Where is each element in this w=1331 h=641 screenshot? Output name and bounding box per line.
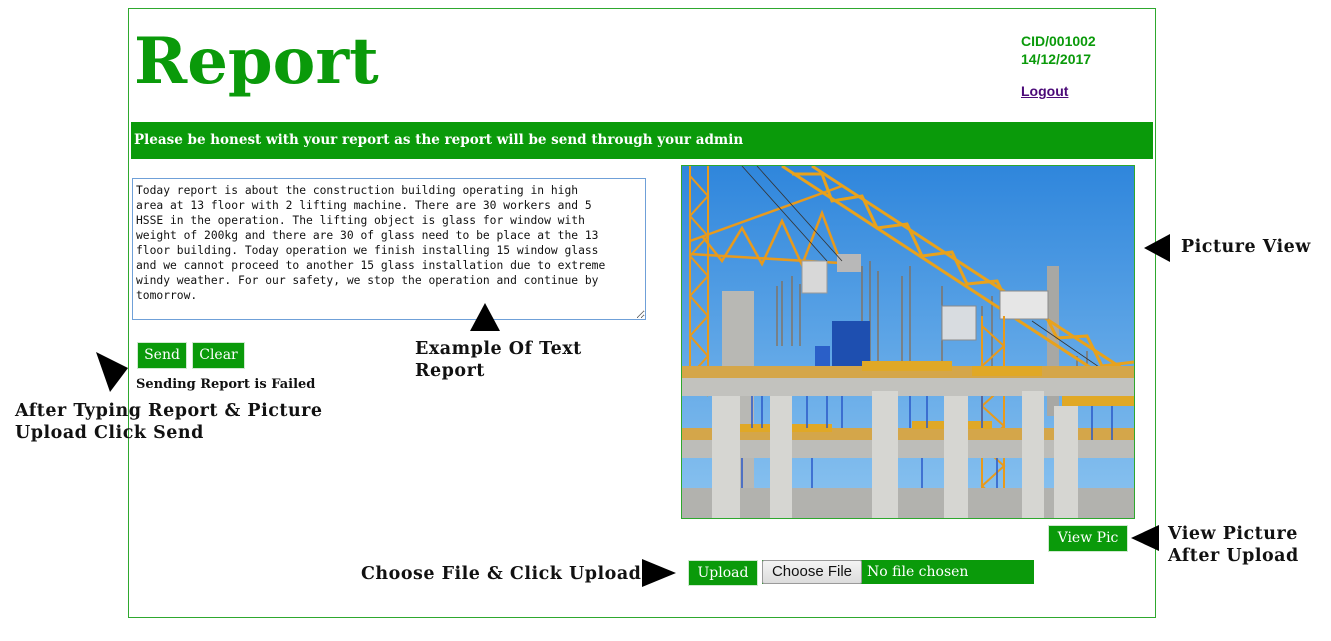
picture-view xyxy=(681,165,1135,519)
pointer-arrow-upload-icon xyxy=(642,559,676,587)
report-textarea[interactable]: Today report is about the construction b… xyxy=(132,178,646,320)
annotation-after-typing-line1: After Typing Report & Picture xyxy=(15,401,323,421)
annotation-after-typing: After Typing Report & Picture Upload Cli… xyxy=(15,400,323,444)
logout-link[interactable]: Logout xyxy=(1021,83,1068,99)
send-button[interactable]: Send xyxy=(137,342,187,369)
annotation-choose-file-upload: Choose File & Click Upload xyxy=(361,564,642,584)
status-message: Sending Report is Failed xyxy=(136,377,316,392)
annotation-view-picture-line2: After Upload xyxy=(1168,546,1299,566)
notice-banner: Please be honest with your report as the… xyxy=(131,122,1153,159)
pointer-arrow-viewpic-icon xyxy=(1131,525,1159,551)
annotation-example-line1: Example Of Text xyxy=(415,339,582,359)
annotation-view-picture-line1: View Picture xyxy=(1168,524,1298,544)
pointer-arrow-textarea-icon xyxy=(470,303,500,331)
clear-button[interactable]: Clear xyxy=(192,342,245,369)
choose-file-button[interactable]: Choose File xyxy=(762,560,862,584)
annotation-example-line2: Report xyxy=(415,361,485,381)
annotation-example-text: Example Of Text Report xyxy=(415,338,582,382)
pointer-arrow-send-icon xyxy=(96,352,128,392)
no-file-label: No file chosen xyxy=(867,564,969,580)
annotation-view-picture: View Picture After Upload xyxy=(1168,523,1299,567)
upload-button[interactable]: Upload xyxy=(688,560,758,586)
report-meta: CID/001002 14/12/2017 xyxy=(1021,32,1096,68)
date-label: 14/12/2017 xyxy=(1021,51,1092,67)
pointer-arrow-picture-icon xyxy=(1144,234,1170,262)
file-input[interactable]: Choose File No file chosen xyxy=(762,560,1034,584)
annotation-picture-view: Picture View xyxy=(1181,237,1311,257)
cid-label: CID/001002 xyxy=(1021,33,1096,49)
page-title: Report xyxy=(134,24,379,99)
view-pic-button[interactable]: View Pic xyxy=(1048,525,1128,552)
construction-site-image xyxy=(682,166,1134,518)
annotation-after-typing-line2: Upload Click Send xyxy=(15,423,204,443)
